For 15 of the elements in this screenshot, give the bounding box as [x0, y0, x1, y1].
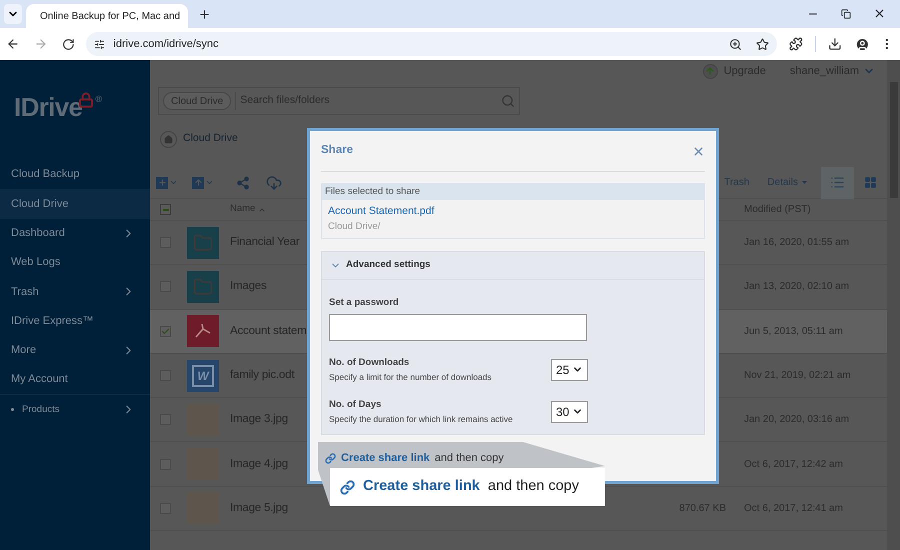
field-label: No. of Days [329, 398, 382, 412]
file-path: Cloud Drive/ [328, 220, 382, 234]
document-icon: W [187, 360, 219, 392]
tab-title: Online Backup for PC, Mac and [40, 10, 180, 24]
link-hint: and then copy [434, 451, 504, 466]
logo-text: IDrive [14, 90, 82, 124]
dialog-title: Share [321, 143, 353, 158]
registered-mark: ® [95, 93, 102, 106]
file-name: Account statem [230, 324, 306, 339]
field-hint: Specify the duration for which link remains active [329, 412, 514, 426]
field-label: No. of Downloads [329, 356, 410, 370]
url-text: idrive.com/idrive/sync [113, 36, 220, 52]
field-label: Set a password [329, 296, 400, 310]
panel-heading: Files selected to share [325, 184, 420, 199]
field-hint: Specify a limit for the number of downloads [329, 370, 493, 384]
